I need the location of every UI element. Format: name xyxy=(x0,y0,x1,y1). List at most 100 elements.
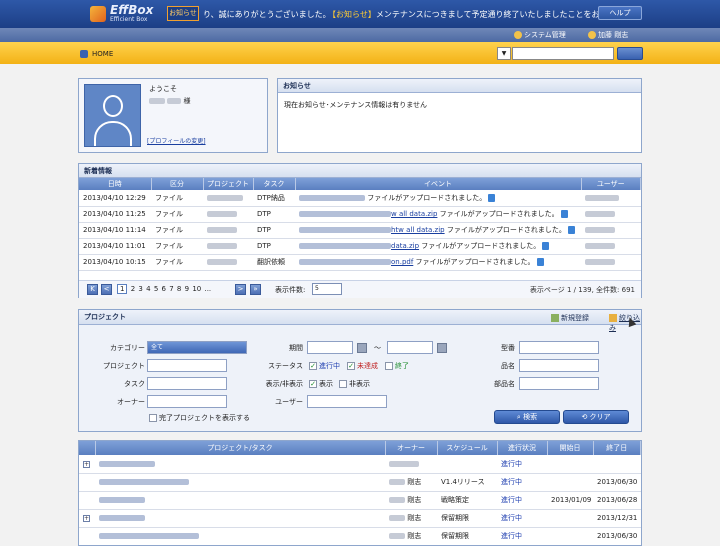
file-link[interactable]: on.pdf xyxy=(391,258,413,266)
logo-subtext: Efficient Box xyxy=(110,16,148,23)
task-input[interactable] xyxy=(147,377,227,390)
filter-button[interactable]: 絞り込み xyxy=(609,313,641,333)
system-admin-label: システム管理 xyxy=(524,31,566,39)
col-date[interactable]: 日時 xyxy=(79,178,152,190)
notice-title: お知らせ xyxy=(278,79,641,93)
calendar-icon[interactable] xyxy=(357,343,367,353)
welcome-label: ようこそ xyxy=(149,85,177,93)
model-input[interactable] xyxy=(519,341,599,354)
col-task[interactable]: タスク xyxy=(253,178,296,190)
welcome-name: 様 xyxy=(149,96,190,106)
download-icon[interactable] xyxy=(488,193,496,202)
status-done-checkbox[interactable]: 終了 xyxy=(385,361,409,371)
gear-icon xyxy=(514,31,522,39)
table-row: 2013/04/10 11:25 ファイル DTP w all data.zip … xyxy=(79,206,641,223)
col-project[interactable]: プロジェクト xyxy=(203,178,254,190)
part-label: 部品名 xyxy=(494,380,515,388)
col-start[interactable]: 開始日 xyxy=(547,441,594,455)
logo-mark-icon xyxy=(90,6,106,22)
status-label: ステータス xyxy=(268,362,303,370)
marquee-text-left: り、誠にありがとうございました。 xyxy=(203,10,331,19)
filter-icon xyxy=(609,314,617,322)
help-label: ヘルプ xyxy=(609,9,631,17)
col-progress[interactable]: 進行状況 xyxy=(497,441,548,455)
table-row: 2013/04/10 10:15 ファイル 翻訳依頼 on.pdf ファイルがアッ… xyxy=(79,254,641,271)
home-link[interactable]: HOME xyxy=(92,50,113,58)
news-panel: 新着情報 日時 区分 プロジェクト タスク イベント ユーザー 2013/04/… xyxy=(78,163,642,298)
category-select[interactable]: 全て xyxy=(147,341,247,354)
col-schedule[interactable]: スケジュール xyxy=(437,441,498,455)
logo-text: EffBox xyxy=(110,3,154,17)
count-select[interactable]: 5 xyxy=(312,283,342,295)
period-label: 期間 xyxy=(289,344,303,352)
product-label: 品名 xyxy=(501,362,515,370)
table-row: 剛志 保留期限 進行中 2013/06/30 xyxy=(79,527,641,545)
table-row: + 剛志 保留期限 進行中 2013/12/31 xyxy=(79,509,641,528)
news-title: 新着情報 xyxy=(79,164,641,178)
status-value: 進行中 xyxy=(497,473,547,492)
display-label: 表示/非表示 xyxy=(265,380,303,388)
user-icon xyxy=(588,31,596,39)
status-in-progress-checkbox[interactable]: ✓ 進行中 xyxy=(309,361,340,371)
next-page-button[interactable]: > xyxy=(235,284,246,295)
user-menu[interactable]: 加藤 剛志 xyxy=(588,30,628,40)
status-unachieved-checkbox[interactable]: ✓ 未達成 xyxy=(347,361,378,371)
user-name: 加藤 剛志 xyxy=(598,31,629,39)
table-row: 2013/04/10 12:29 ファイル DTP納品 ファイルがアップロードされ… xyxy=(79,190,641,207)
count-label: 表示件数: xyxy=(275,286,306,294)
show-done-checkbox[interactable]: 完了プロジェクトを表示する xyxy=(149,413,250,423)
download-icon[interactable] xyxy=(542,242,550,250)
period-start-input[interactable] xyxy=(307,341,353,354)
notice-text: 現在お知らせ･メンテナンス情報は有りません xyxy=(284,101,428,109)
download-icon[interactable] xyxy=(567,226,575,234)
col-end[interactable]: 終了日 xyxy=(593,441,641,455)
help-button[interactable]: ヘルプ xyxy=(598,6,642,20)
news-pager: K < 1 2 3 4 5 6 7 8 9 10 ... > » 表示件数: 5… xyxy=(79,280,641,298)
new-project-button[interactable]: 新規登録 xyxy=(551,313,589,323)
first-page-button[interactable]: K xyxy=(87,284,98,295)
owner-input[interactable] xyxy=(147,395,227,408)
notice-panel: お知らせ 現在お知らせ･メンテナンス情報は有りません xyxy=(277,78,642,153)
calendar-icon[interactable] xyxy=(437,343,447,353)
clear-button[interactable]: ⟲ クリア xyxy=(563,410,629,424)
marquee-tag: 【お知らせ】 xyxy=(328,10,376,19)
model-label: 型番 xyxy=(501,344,515,352)
col-owner[interactable]: オーナー xyxy=(385,441,438,455)
notice-tag-button[interactable]: お知らせ xyxy=(167,6,199,21)
part-input[interactable] xyxy=(519,377,599,390)
project-table-panel: プロジェクト/タスク オーナー スケジュール 進行状況 開始日 終了日 + 進行… xyxy=(78,440,642,546)
file-link[interactable]: data.zip xyxy=(391,242,419,250)
col-event[interactable]: イベント xyxy=(295,178,582,190)
download-icon[interactable] xyxy=(560,210,568,218)
col-user[interactable]: ユーザー xyxy=(581,178,641,190)
download-icon[interactable] xyxy=(536,258,544,266)
status-value: 進行中 xyxy=(497,455,547,474)
prev-page-button[interactable]: < xyxy=(101,284,112,295)
effbox-logo[interactable]: EffBox Efficient Box xyxy=(90,3,160,25)
project-label: プロジェクト xyxy=(103,362,145,370)
news-table: 日時 区分 プロジェクト タスク イベント ユーザー 2013/04/10 12… xyxy=(79,178,641,271)
user-input[interactable] xyxy=(307,395,387,408)
file-link[interactable]: htw all data.zip xyxy=(391,226,445,234)
profile-edit-link[interactable]: [プロフィールの変更] xyxy=(147,136,206,145)
table-row: + 進行中 xyxy=(79,455,641,474)
search-submit-button[interactable]: ⌕ 検索 xyxy=(494,410,560,424)
system-admin-link[interactable]: システム管理 xyxy=(514,30,566,40)
display-show-checkbox[interactable]: ✓ 表示 xyxy=(309,379,333,389)
col-kind[interactable]: 区分 xyxy=(151,178,204,190)
search-input[interactable] xyxy=(512,47,614,60)
period-end-input[interactable] xyxy=(387,341,433,354)
table-row: 2013/04/10 11:01 ファイル DTP data.zip ファイルがア… xyxy=(79,238,641,255)
product-input[interactable] xyxy=(519,359,599,372)
status-value: 進行中 xyxy=(497,527,547,545)
file-link[interactable]: w all data.zip xyxy=(391,210,437,218)
search-scope-select[interactable]: ▼ xyxy=(497,47,511,60)
search-button[interactable] xyxy=(617,47,643,60)
status-value: 進行中 xyxy=(497,509,547,528)
last-page-button[interactable]: » xyxy=(250,284,261,295)
col-project-task[interactable]: プロジェクト/タスク xyxy=(95,441,386,455)
project-search-panel: プロジェクト 新規登録 絞り込み カテゴリー 全て プロジェクト タスク オーナ… xyxy=(78,309,642,432)
display-hide-checkbox[interactable]: 非表示 xyxy=(339,379,370,389)
page-numbers[interactable]: 1 2 3 4 5 6 7 8 9 10 ... xyxy=(117,284,211,294)
project-input[interactable] xyxy=(147,359,227,372)
